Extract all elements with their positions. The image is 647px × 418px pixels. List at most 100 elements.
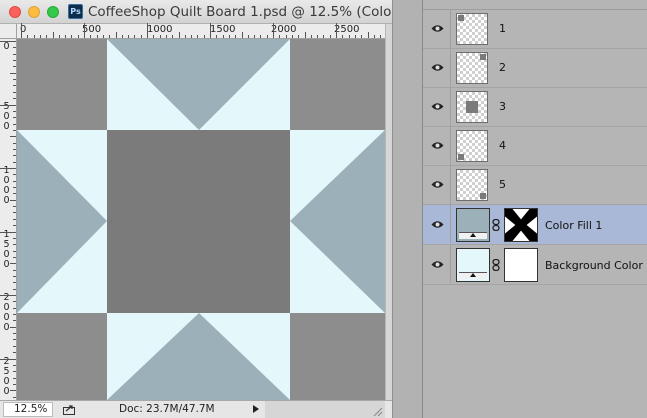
layer-row-background-color[interactable]: Background Color (423, 245, 647, 285)
layer-row-color-fill-1[interactable]: Color Fill 1 (423, 205, 647, 245)
link-chain-icon[interactable] (492, 259, 500, 271)
ruler-tick (222, 35, 224, 38)
ruler-tick (13, 91, 16, 93)
ruler-tick (13, 47, 16, 49)
minimize-window-button[interactable] (28, 6, 40, 18)
ruler-tick (0, 168, 16, 169)
ruler-tick (342, 35, 344, 38)
layer-name[interactable]: Color Fill 1 (545, 219, 602, 232)
ruler-tick (336, 23, 337, 38)
share-icon[interactable] (63, 403, 77, 415)
layer-name[interactable]: 4 (499, 139, 506, 152)
layer-name[interactable]: Background Color (545, 259, 643, 272)
document-canvas[interactable] (17, 39, 385, 400)
ruler-tick (13, 339, 16, 341)
zoom-window-button[interactable] (47, 6, 59, 18)
layer-name[interactable]: 5 (499, 178, 506, 191)
ruler-tick (10, 263, 16, 265)
ruler-tick (13, 320, 16, 322)
eye-icon[interactable] (431, 260, 444, 269)
ruler-tick (13, 98, 16, 100)
layer-thumbnail[interactable] (456, 13, 488, 45)
ruler-tick (228, 35, 230, 38)
layer-mask-thumbnail[interactable] (504, 248, 538, 282)
ruler-tick (298, 35, 300, 38)
ruler-origin[interactable] (0, 24, 17, 39)
ruler-tick (27, 35, 29, 38)
ruler-tick (304, 32, 306, 38)
layer-row-4[interactable]: 4 (423, 127, 647, 166)
ruler-tick (159, 35, 161, 38)
zoom-level-field[interactable]: 12.5% (3, 402, 53, 417)
link-chain-icon[interactable] (492, 219, 500, 231)
ruler-tick (13, 85, 16, 87)
ruler-tick (102, 35, 104, 38)
layer-thumbnail[interactable] (456, 52, 488, 84)
layer-row-2[interactable]: 2 (423, 49, 647, 88)
horizontal-ruler[interactable]: 0 500 1000 1500 2000 2500 (17, 23, 385, 39)
ruler-tick (140, 35, 142, 38)
layers-panel: 1 2 3 4 5 Color Fill 1 Background Color (422, 0, 647, 418)
layer-content-mark (480, 54, 486, 60)
eye-icon[interactable] (431, 141, 444, 150)
ruler-label: 5 0 0 (3, 101, 10, 132)
eye-icon[interactable] (431, 102, 444, 111)
ruler-tick (203, 35, 205, 38)
eye-icon[interactable] (431, 24, 444, 33)
ruler-tick (13, 174, 16, 176)
ruler-tick (13, 66, 16, 68)
ruler-tick (13, 250, 16, 252)
layer-row-3[interactable]: 3 (423, 88, 647, 127)
ruler-tick (184, 35, 186, 38)
vertical-scrollbar[interactable] (385, 24, 392, 400)
ruler-tick (285, 35, 287, 38)
title-bar[interactable]: Ps CoffeeShop Quilt Board 1.psd @ 12.5% … (0, 0, 409, 24)
ruler-tick (13, 123, 16, 125)
ruler-tick (13, 180, 16, 182)
layer-thumbnail[interactable] (456, 91, 488, 123)
layer-name[interactable]: 2 (499, 61, 506, 74)
ruler-tick (13, 110, 16, 112)
ruler-tick (373, 35, 375, 38)
layer-row-1[interactable]: 1 (423, 10, 647, 49)
ruler-tick (13, 237, 16, 239)
ruler-tick (291, 35, 293, 38)
fill-layer-thumbnail[interactable] (456, 248, 490, 282)
layer-name[interactable]: 3 (499, 100, 506, 113)
photoshop-document-icon: Ps (68, 4, 83, 19)
ruler-label: 1500 (210, 24, 236, 35)
layer-mask-thumbnail[interactable] (504, 208, 538, 242)
ruler-tick (121, 35, 123, 38)
horizontal-scrollbar[interactable] (265, 401, 385, 418)
ruler-tick (241, 32, 243, 38)
ruler-tick (13, 396, 16, 398)
eye-icon[interactable] (431, 63, 444, 72)
eye-icon[interactable] (431, 180, 444, 189)
ruler-tick (13, 333, 16, 335)
center-square (107, 130, 290, 313)
ruler-tick (13, 352, 16, 354)
layer-name[interactable]: 1 (499, 22, 506, 35)
ruler-tick (197, 35, 199, 38)
ruler-tick (13, 377, 16, 379)
ruler-tick (13, 117, 16, 119)
vertical-ruler[interactable]: 0 5 0 0 1 0 0 0 1 5 0 0 2 0 0 0 2 5 0 0 (0, 39, 17, 400)
ruler-tick (247, 35, 249, 38)
close-window-button[interactable] (9, 6, 21, 18)
resize-grip-icon[interactable] (371, 405, 383, 417)
fill-layer-thumbnail[interactable] (456, 208, 490, 242)
ruler-tick (153, 35, 155, 38)
ruler-tick (260, 35, 262, 38)
eye-icon[interactable] (431, 220, 444, 229)
ruler-tick (13, 345, 16, 347)
layer-row-5[interactable]: 5 (423, 166, 647, 205)
ruler-tick (84, 23, 85, 38)
ruler-tick (71, 35, 73, 38)
ruler-tick (10, 136, 16, 138)
ruler-tick (13, 79, 16, 81)
ruler-tick (0, 104, 16, 106)
layer-thumbnail[interactable] (456, 169, 488, 201)
ruler-tick (0, 41, 16, 42)
status-menu-arrow-icon[interactable] (253, 405, 259, 413)
layer-thumbnail[interactable] (456, 130, 488, 162)
